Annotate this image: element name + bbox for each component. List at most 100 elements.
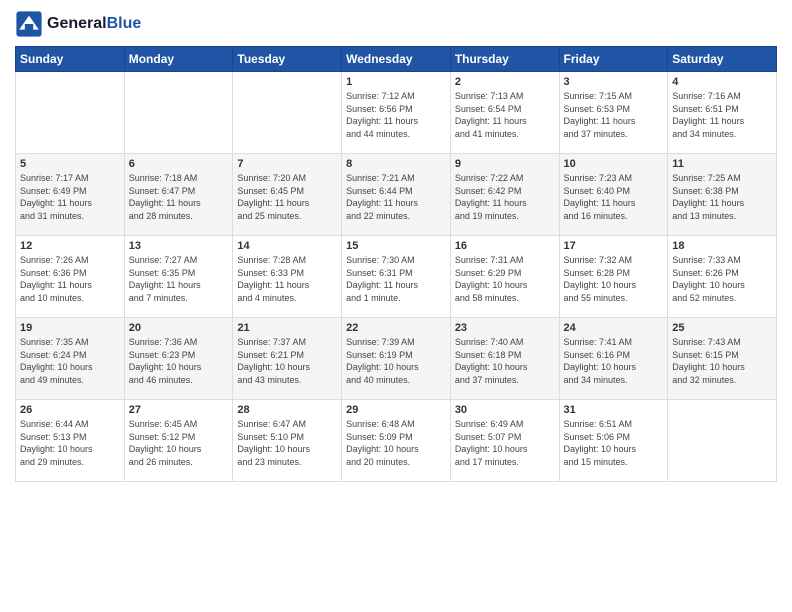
day-cell: 25 Sunrise: 7:43 AM Sunset: 6:15 PM Dayli…	[668, 318, 777, 400]
day-cell	[233, 72, 342, 154]
day-cell: 19 Sunrise: 7:35 AM Sunset: 6:24 PM Dayli…	[16, 318, 125, 400]
day-info: Sunrise: 7:39 AM Sunset: 6:19 PM Dayligh…	[346, 336, 446, 386]
day-info: Sunrise: 6:47 AM Sunset: 5:10 PM Dayligh…	[237, 418, 337, 468]
day-number: 18	[672, 240, 772, 252]
day-cell	[668, 400, 777, 482]
day-info: Sunrise: 7:27 AM Sunset: 6:35 PM Dayligh…	[129, 254, 229, 304]
day-info: Sunrise: 6:51 AM Sunset: 5:06 PM Dayligh…	[564, 418, 664, 468]
day-number: 19	[20, 322, 120, 334]
logo: GeneralBlue	[15, 10, 141, 38]
day-info: Sunrise: 6:49 AM Sunset: 5:07 PM Dayligh…	[455, 418, 555, 468]
header-cell-thursday: Thursday	[450, 47, 559, 72]
day-info: Sunrise: 6:48 AM Sunset: 5:09 PM Dayligh…	[346, 418, 446, 468]
day-cell: 26Sunrise: 6:44 AM Sunset: 5:13 PM Dayli…	[16, 400, 125, 482]
day-number: 15	[346, 240, 446, 252]
day-cell: 24 Sunrise: 7:41 AM Sunset: 6:16 PM Dayli…	[559, 318, 668, 400]
day-number: 26	[20, 404, 120, 416]
day-cell: 8 Sunrise: 7:21 AM Sunset: 6:44 PM Daylig…	[342, 154, 451, 236]
day-number: 24	[564, 322, 664, 334]
header-cell-monday: Monday	[124, 47, 233, 72]
day-info: Sunrise: 7:20 AM Sunset: 6:45 PM Dayligh…	[237, 172, 337, 222]
calendar-table: SundayMondayTuesdayWednesdayThursdayFrid…	[15, 46, 777, 482]
day-number: 10	[564, 158, 664, 170]
day-cell: 17 Sunrise: 7:32 AM Sunset: 6:28 PM Dayli…	[559, 236, 668, 318]
day-number: 1	[346, 76, 446, 88]
day-info: Sunrise: 7:22 AM Sunset: 6:42 PM Dayligh…	[455, 172, 555, 222]
day-cell: 10 Sunrise: 7:23 AM Sunset: 6:40 PM Dayli…	[559, 154, 668, 236]
day-number: 8	[346, 158, 446, 170]
day-cell: 9 Sunrise: 7:22 AM Sunset: 6:42 PM Daylig…	[450, 154, 559, 236]
day-number: 20	[129, 322, 229, 334]
day-info: Sunrise: 7:21 AM Sunset: 6:44 PM Dayligh…	[346, 172, 446, 222]
day-cell: 29Sunrise: 6:48 AM Sunset: 5:09 PM Dayli…	[342, 400, 451, 482]
day-info: Sunrise: 7:26 AM Sunset: 6:36 PM Dayligh…	[20, 254, 120, 304]
header-cell-wednesday: Wednesday	[342, 47, 451, 72]
day-info: Sunrise: 7:31 AM Sunset: 6:29 PM Dayligh…	[455, 254, 555, 304]
day-cell: 2 Sunrise: 7:13 AM Sunset: 6:54 PM Daylig…	[450, 72, 559, 154]
day-number: 25	[672, 322, 772, 334]
day-cell: 5 Sunrise: 7:17 AM Sunset: 6:49 PM Daylig…	[16, 154, 125, 236]
logo-text: GeneralBlue	[47, 15, 141, 33]
day-cell: 15 Sunrise: 7:30 AM Sunset: 6:31 PM Dayli…	[342, 236, 451, 318]
day-info: Sunrise: 7:35 AM Sunset: 6:24 PM Dayligh…	[20, 336, 120, 386]
day-info: Sunrise: 7:32 AM Sunset: 6:28 PM Dayligh…	[564, 254, 664, 304]
day-cell	[16, 72, 125, 154]
day-number: 2	[455, 76, 555, 88]
day-number: 21	[237, 322, 337, 334]
day-cell: 12 Sunrise: 7:26 AM Sunset: 6:36 PM Dayli…	[16, 236, 125, 318]
day-number: 5	[20, 158, 120, 170]
day-info: Sunrise: 7:17 AM Sunset: 6:49 PM Dayligh…	[20, 172, 120, 222]
day-cell: 7 Sunrise: 7:20 AM Sunset: 6:45 PM Daylig…	[233, 154, 342, 236]
day-cell: 27Sunrise: 6:45 AM Sunset: 5:12 PM Dayli…	[124, 400, 233, 482]
day-number: 23	[455, 322, 555, 334]
day-number: 27	[129, 404, 229, 416]
header-cell-saturday: Saturday	[668, 47, 777, 72]
day-number: 4	[672, 76, 772, 88]
day-cell: 6 Sunrise: 7:18 AM Sunset: 6:47 PM Daylig…	[124, 154, 233, 236]
header-cell-friday: Friday	[559, 47, 668, 72]
day-cell: 31 Sunrise: 6:51 AM Sunset: 5:06 PM Dayli…	[559, 400, 668, 482]
day-info: Sunrise: 7:41 AM Sunset: 6:16 PM Dayligh…	[564, 336, 664, 386]
page: GeneralBlue SundayMondayTuesdayWednesday…	[0, 0, 792, 612]
day-number: 12	[20, 240, 120, 252]
day-info: Sunrise: 7:40 AM Sunset: 6:18 PM Dayligh…	[455, 336, 555, 386]
day-number: 17	[564, 240, 664, 252]
day-number: 22	[346, 322, 446, 334]
day-number: 14	[237, 240, 337, 252]
day-info: Sunrise: 7:43 AM Sunset: 6:15 PM Dayligh…	[672, 336, 772, 386]
day-cell: 23 Sunrise: 7:40 AM Sunset: 6:18 PM Dayli…	[450, 318, 559, 400]
day-info: Sunrise: 7:18 AM Sunset: 6:47 PM Dayligh…	[129, 172, 229, 222]
day-info: Sunrise: 7:25 AM Sunset: 6:38 PM Dayligh…	[672, 172, 772, 222]
day-number: 11	[672, 158, 772, 170]
day-info: Sunrise: 7:13 AM Sunset: 6:54 PM Dayligh…	[455, 90, 555, 140]
day-number: 3	[564, 76, 664, 88]
day-info: Sunrise: 7:30 AM Sunset: 6:31 PM Dayligh…	[346, 254, 446, 304]
day-info: Sunrise: 7:37 AM Sunset: 6:21 PM Dayligh…	[237, 336, 337, 386]
day-cell	[124, 72, 233, 154]
day-cell: 21 Sunrise: 7:37 AM Sunset: 6:21 PM Dayli…	[233, 318, 342, 400]
week-row-2: 5 Sunrise: 7:17 AM Sunset: 6:49 PM Daylig…	[16, 154, 777, 236]
day-number: 16	[455, 240, 555, 252]
day-cell: 30 Sunrise: 6:49 AM Sunset: 5:07 PM Dayli…	[450, 400, 559, 482]
day-cell: 11 Sunrise: 7:25 AM Sunset: 6:38 PM Dayli…	[668, 154, 777, 236]
day-info: Sunrise: 7:36 AM Sunset: 6:23 PM Dayligh…	[129, 336, 229, 386]
day-info: Sunrise: 7:12 AM Sunset: 6:56 PM Dayligh…	[346, 90, 446, 140]
day-cell: 14 Sunrise: 7:28 AM Sunset: 6:33 PM Dayli…	[233, 236, 342, 318]
day-info: Sunrise: 7:16 AM Sunset: 6:51 PM Dayligh…	[672, 90, 772, 140]
day-info: Sunrise: 7:28 AM Sunset: 6:33 PM Dayligh…	[237, 254, 337, 304]
day-number: 9	[455, 158, 555, 170]
day-number: 7	[237, 158, 337, 170]
day-cell: 3 Sunrise: 7:15 AM Sunset: 6:53 PM Daylig…	[559, 72, 668, 154]
week-row-3: 12 Sunrise: 7:26 AM Sunset: 6:36 PM Dayli…	[16, 236, 777, 318]
day-info: Sunrise: 7:23 AM Sunset: 6:40 PM Dayligh…	[564, 172, 664, 222]
day-number: 28	[237, 404, 337, 416]
day-info: Sunrise: 7:15 AM Sunset: 6:53 PM Dayligh…	[564, 90, 664, 140]
day-cell: 28 Sunrise: 6:47 AM Sunset: 5:10 PM Dayli…	[233, 400, 342, 482]
day-cell: 4 Sunrise: 7:16 AM Sunset: 6:51 PM Daylig…	[668, 72, 777, 154]
day-number: 31	[564, 404, 664, 416]
day-cell: 22 Sunrise: 7:39 AM Sunset: 6:19 PM Dayli…	[342, 318, 451, 400]
day-cell: 16 Sunrise: 7:31 AM Sunset: 6:29 PM Dayli…	[450, 236, 559, 318]
day-number: 6	[129, 158, 229, 170]
day-number: 30	[455, 404, 555, 416]
week-row-1: 1 Sunrise: 7:12 AM Sunset: 6:56 PM Daylig…	[16, 72, 777, 154]
